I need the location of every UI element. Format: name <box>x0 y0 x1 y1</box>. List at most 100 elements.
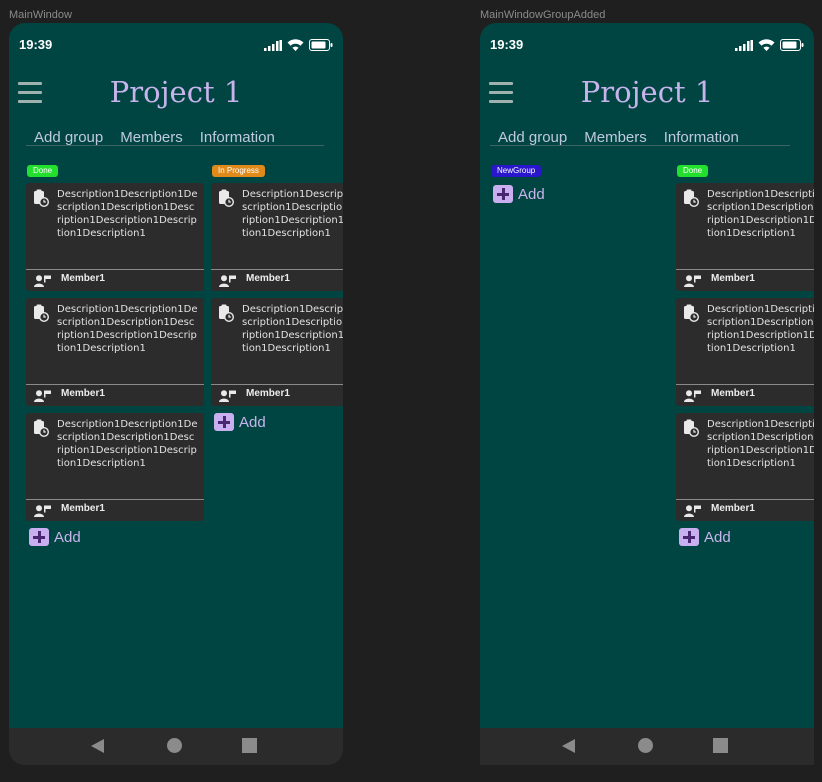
tab-bar: Add group Members Information <box>498 129 756 146</box>
member-icon <box>684 272 702 291</box>
task-member: Member1 <box>711 273 755 284</box>
plus-box-icon <box>214 413 234 431</box>
home-icon[interactable] <box>167 738 182 753</box>
member-icon <box>684 387 702 406</box>
wifi-icon <box>758 36 775 55</box>
member-icon <box>34 272 52 291</box>
task-description: Description1Description1Description1Desc… <box>57 189 198 239</box>
system-nav-bar <box>9 728 343 765</box>
task-member: Member1 <box>61 273 105 284</box>
member-icon <box>219 387 237 406</box>
task-card[interactable]: Description1Description1Description1Desc… <box>211 183 343 291</box>
plus-box-icon <box>493 185 513 203</box>
tab-members[interactable]: Members <box>584 129 647 146</box>
task-card[interactable]: Description1Description1Description1Desc… <box>26 413 204 521</box>
clipboard-clock-icon <box>218 304 235 326</box>
group-column-in-progress: In Progress Description1Description1Desc… <box>211 158 343 431</box>
plus-box-icon <box>29 528 49 546</box>
battery-icon <box>780 36 804 55</box>
member-icon <box>34 502 52 521</box>
plus-box-icon <box>679 528 699 546</box>
member-icon <box>219 272 237 291</box>
group-badge[interactable]: NewGroup <box>491 165 542 177</box>
group-badge[interactable]: In Progress <box>212 165 265 177</box>
tab-add-group[interactable]: Add group <box>34 129 103 146</box>
status-bar: 19:39 <box>480 23 814 67</box>
task-member: Member1 <box>61 388 105 399</box>
group-column-new-group: NewGroup Add <box>490 158 668 203</box>
battery-icon <box>309 36 333 55</box>
task-member: Member1 <box>711 388 755 399</box>
status-bar: 19:39 <box>9 23 343 67</box>
clipboard-clock-icon <box>33 419 50 441</box>
tab-information[interactable]: Information <box>664 129 739 146</box>
add-label: Add <box>239 413 266 431</box>
tabs-divider <box>26 145 324 146</box>
card-divider <box>676 269 814 270</box>
task-description: Description1Description1Description1Desc… <box>242 189 343 239</box>
card-divider <box>211 384 343 385</box>
add-task-button[interactable]: Add <box>214 413 343 431</box>
member-icon <box>34 387 52 406</box>
wifi-icon <box>287 36 304 55</box>
card-divider <box>26 384 204 385</box>
task-card[interactable]: Description1Description1Description1Desc… <box>26 183 204 291</box>
tab-bar: Add group Members Information <box>34 129 292 146</box>
add-label: Add <box>518 185 545 203</box>
task-description: Description1Description1Description1Desc… <box>707 189 814 239</box>
clipboard-clock-icon <box>683 304 700 326</box>
add-task-button[interactable]: Add <box>679 528 814 546</box>
task-card[interactable]: Description1Description1Description1Desc… <box>26 298 204 406</box>
clipboard-clock-icon <box>683 419 700 441</box>
card-divider <box>211 269 343 270</box>
clipboard-clock-icon <box>33 304 50 326</box>
phone-screen-main-window: 19:39 Project 1 Add group Members Inform… <box>9 23 343 765</box>
clipboard-clock-icon <box>33 189 50 211</box>
task-member: Member1 <box>246 388 290 399</box>
card-divider <box>676 499 814 500</box>
tab-information[interactable]: Information <box>200 129 275 146</box>
recent-apps-icon[interactable] <box>713 738 728 753</box>
add-task-button[interactable]: Add <box>493 185 668 203</box>
status-time: 19:39 <box>490 37 524 52</box>
card-divider <box>676 384 814 385</box>
back-icon[interactable] <box>91 739 104 753</box>
task-member: Member1 <box>246 273 290 284</box>
tabs-divider <box>490 145 790 146</box>
home-icon[interactable] <box>638 738 653 753</box>
task-description: Description1Description1Description1Desc… <box>242 304 343 354</box>
add-label: Add <box>54 528 81 546</box>
back-icon[interactable] <box>562 739 575 753</box>
recent-apps-icon[interactable] <box>242 738 257 753</box>
frame-label: MainWindow <box>9 9 72 21</box>
task-description: Description1Description1Description1Desc… <box>57 304 198 354</box>
system-nav-bar <box>480 728 814 765</box>
cell-signal-icon <box>264 36 282 55</box>
card-divider <box>26 499 204 500</box>
cell-signal-icon <box>735 36 753 55</box>
group-badge[interactable]: Done <box>27 165 59 177</box>
status-time: 19:39 <box>19 37 53 52</box>
project-title: Project 1 <box>580 75 714 109</box>
project-title: Project 1 <box>109 75 243 109</box>
task-description: Description1Description1Description1Desc… <box>707 304 814 354</box>
phone-screen-group-added: 19:39 Project 1 Add group Members Inform… <box>480 23 814 765</box>
task-card[interactable]: Description1Description1Description1Desc… <box>676 413 814 521</box>
task-card[interactable]: Description1Description1Description1Desc… <box>676 183 814 291</box>
group-badge[interactable]: Done <box>677 165 709 177</box>
add-task-button[interactable]: Add <box>29 528 204 546</box>
card-divider <box>26 269 204 270</box>
task-card[interactable]: Description1Description1Description1Desc… <box>676 298 814 406</box>
task-card[interactable]: Description1Description1Description1Desc… <box>211 298 343 406</box>
group-column-done: Done Description1Description1Description… <box>26 158 204 546</box>
frame-label: MainWindowGroupAdded <box>480 9 606 21</box>
tab-add-group[interactable]: Add group <box>498 129 567 146</box>
group-column-done: Done Description1Description1Description… <box>676 158 814 546</box>
tab-members[interactable]: Members <box>120 129 183 146</box>
clipboard-clock-icon <box>218 189 235 211</box>
task-description: Description1Description1Description1Desc… <box>707 419 814 469</box>
add-label: Add <box>704 528 731 546</box>
task-member: Member1 <box>711 503 755 514</box>
task-description: Description1Description1Description1Desc… <box>57 419 198 469</box>
task-member: Member1 <box>61 503 105 514</box>
